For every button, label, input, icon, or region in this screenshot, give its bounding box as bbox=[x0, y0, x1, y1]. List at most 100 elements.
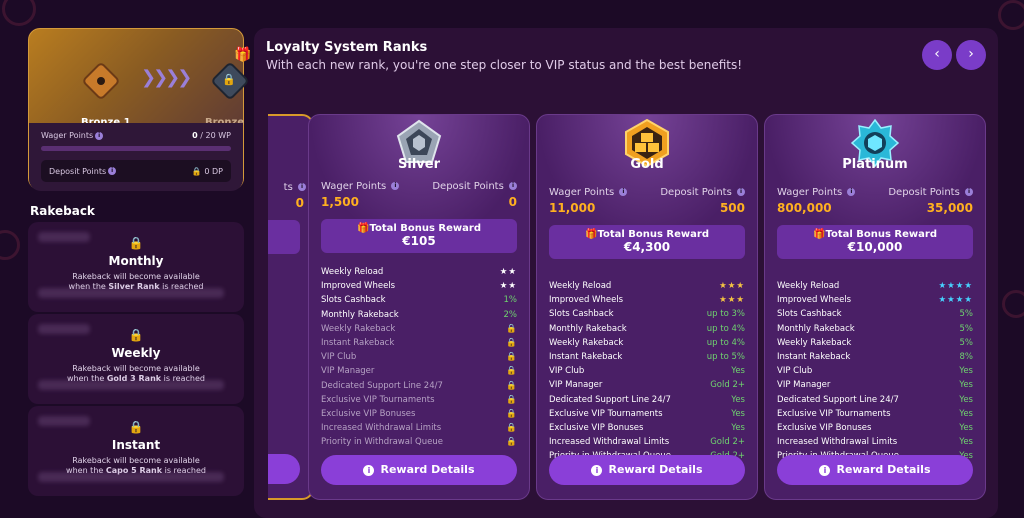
deposit-points-value: 500 bbox=[719, 201, 745, 215]
benefit-value: ★★★ bbox=[719, 281, 745, 291]
benefit-row: Monthly Rakeback 2% bbox=[321, 308, 517, 322]
benefit-row: Exclusive VIP Tournaments 🔒 bbox=[321, 393, 517, 407]
info-icon[interactable]: i bbox=[391, 182, 400, 190]
benefit-row: Priority in Withdrawal Queue 🔒 bbox=[321, 435, 517, 449]
benefit-name: Exclusive VIP Tournaments bbox=[777, 408, 891, 419]
background-swirl bbox=[2, 0, 36, 26]
wager-points-value: 0 bbox=[192, 131, 198, 140]
gift-icon: 🎁 bbox=[234, 47, 252, 63]
benefit-value: Yes bbox=[731, 366, 745, 377]
info-icon[interactable]: i bbox=[298, 183, 306, 191]
rank-card-silver: Silver Wager Points i Deposit Points i 1,… bbox=[308, 114, 530, 500]
benefit-value: 2% bbox=[503, 309, 518, 320]
benefit-row: Exclusive VIP Bonuses 🔒 bbox=[321, 407, 517, 421]
cards-carousel: ts i 0 Silver Wager Points i Deposit Poin… bbox=[268, 28, 998, 518]
bonus-label: Total Bonus Reward bbox=[597, 229, 709, 240]
bonus-value: €4,300 bbox=[623, 240, 671, 254]
loyalty-ranks-panel: Loyalty System Ranks With each new rank,… bbox=[254, 28, 998, 518]
benefit-name: Exclusive VIP Bonuses bbox=[549, 422, 644, 433]
benefit-name: VIP Manager bbox=[321, 366, 375, 377]
wager-points-label: Wager Points bbox=[41, 131, 94, 140]
lock-icon: 🔒 bbox=[506, 423, 517, 434]
benefit-value: 5% bbox=[959, 337, 974, 348]
benefit-value: ★★ bbox=[499, 281, 517, 292]
lock-icon: 🔒 bbox=[506, 366, 517, 377]
benefit-value: ★★★★ bbox=[938, 281, 973, 291]
wager-progress-bar bbox=[41, 146, 231, 151]
benefit-row: Improved Wheels ★★★ bbox=[549, 293, 745, 307]
reward-details-button[interactable] bbox=[268, 454, 300, 484]
benefit-value: up to 4% bbox=[706, 323, 745, 334]
info-icon[interactable]: i bbox=[108, 167, 117, 175]
benefit-name: Weekly Rakeback bbox=[549, 337, 624, 348]
benefit-value: up to 4% bbox=[706, 337, 745, 348]
total-bonus-box: 🎁Total Bonus Reward €4,300 bbox=[549, 225, 745, 259]
bonus-value: €105 bbox=[402, 234, 436, 248]
benefit-name: Improved Wheels bbox=[777, 295, 852, 306]
benefit-value: 5% bbox=[959, 323, 974, 334]
reward-details-button[interactable]: i Reward Details bbox=[777, 455, 973, 485]
reward-details-button[interactable]: i Reward Details bbox=[549, 455, 745, 485]
benefit-name: Exclusive VIP Tournaments bbox=[549, 408, 663, 419]
deposit-points-value: 0 bbox=[508, 195, 517, 209]
benefit-value: ★★ bbox=[499, 267, 517, 277]
benefit-name: Weekly Reload bbox=[321, 267, 384, 277]
benefit-name: Monthly Rakeback bbox=[549, 323, 627, 334]
benefit-name: VIP Club bbox=[321, 352, 357, 363]
benefit-row: Dedicated Support Line 24/7 Yes bbox=[549, 393, 745, 407]
bronze-rank-icon bbox=[81, 61, 121, 101]
info-icon[interactable]: i bbox=[95, 131, 104, 140]
benefit-name: Weekly Rakeback bbox=[321, 323, 396, 334]
benefit-row: Weekly Rakeback 🔒 bbox=[321, 322, 517, 336]
reward-details-button[interactable]: i Reward Details bbox=[321, 455, 517, 485]
benefit-value: Yes bbox=[731, 408, 745, 419]
benefit-name: Slots Cashback bbox=[777, 309, 842, 320]
wager-points-total: / 20 WP bbox=[200, 131, 231, 140]
benefit-row: Improved Wheels ★★★★ bbox=[777, 293, 973, 307]
rakeback-monthly-box: 🔒 Monthly Rakeback will become available… bbox=[28, 222, 244, 312]
total-bonus-box: 🎁Total Bonus Reward €10,000 bbox=[777, 225, 973, 259]
benefit-value: Yes bbox=[959, 366, 973, 377]
benefit-value: Yes bbox=[959, 408, 973, 419]
benefit-name: Exclusive VIP Tournaments bbox=[321, 394, 435, 405]
info-icon[interactable]: i bbox=[509, 182, 517, 190]
wager-points-label: Wager Points bbox=[777, 187, 843, 198]
benefit-row: VIP Club 🔒 bbox=[321, 350, 517, 364]
benefits-list: Weekly Reload ★★ Improved Wheels ★★ Slots Ca… bbox=[321, 265, 517, 449]
info-icon[interactable]: i bbox=[619, 188, 628, 196]
wager-points-value: 800,000 bbox=[777, 201, 832, 215]
lock-icon: 🔒 bbox=[222, 73, 236, 86]
benefit-row: VIP Club Yes bbox=[549, 364, 745, 378]
benefit-value: 8% bbox=[959, 351, 974, 362]
benefit-name: Slots Cashback bbox=[321, 295, 386, 306]
deposit-points-box: Deposit Points i 🔒 0 DP bbox=[41, 160, 231, 182]
benefit-value: Yes bbox=[731, 394, 745, 405]
benefit-value: ★★★ bbox=[719, 295, 745, 306]
benefit-row: Monthly Rakeback 5% bbox=[777, 322, 973, 336]
lock-icon: 🔒 bbox=[191, 166, 202, 176]
gift-icon: 🎁 bbox=[813, 229, 826, 240]
lock-icon: 🔒 bbox=[506, 380, 517, 391]
info-icon[interactable]: i bbox=[965, 188, 973, 196]
background-swirl bbox=[1002, 290, 1024, 318]
info-icon[interactable]: i bbox=[847, 188, 856, 196]
benefit-name: Slots Cashback bbox=[549, 309, 614, 320]
benefit-value: Yes bbox=[731, 422, 745, 433]
benefit-value: up to 3% bbox=[706, 309, 745, 320]
rank-progress-card: ❯❯❯❯ 🔒 🎁 Bronze 1 Bronze 2 Wager Pointsi… bbox=[28, 28, 251, 191]
info-icon[interactable]: i bbox=[737, 188, 745, 196]
rank-name: Platinum bbox=[842, 157, 908, 172]
benefit-name: Exclusive VIP Bonuses bbox=[777, 422, 872, 433]
benefit-name: Monthly Rakeback bbox=[777, 323, 855, 334]
benefit-value: 5% bbox=[959, 309, 974, 320]
benefit-name: Increased Withdrawal Limits bbox=[321, 423, 442, 434]
benefit-name: Improved Wheels bbox=[549, 295, 624, 306]
benefit-name: Dedicated Support Line 24/7 bbox=[321, 380, 443, 391]
rank-name: Gold bbox=[630, 157, 664, 172]
rakeback-instant-box: 🔒 Instant Rakeback will become available… bbox=[28, 406, 244, 496]
benefit-name: Instant Rakeback bbox=[321, 337, 395, 348]
info-icon: i bbox=[819, 464, 831, 476]
benefit-row: Increased Withdrawal Limits 🔒 bbox=[321, 421, 517, 435]
rakeback-name: Instant bbox=[111, 438, 161, 452]
benefit-value: ★★★★ bbox=[938, 295, 973, 306]
